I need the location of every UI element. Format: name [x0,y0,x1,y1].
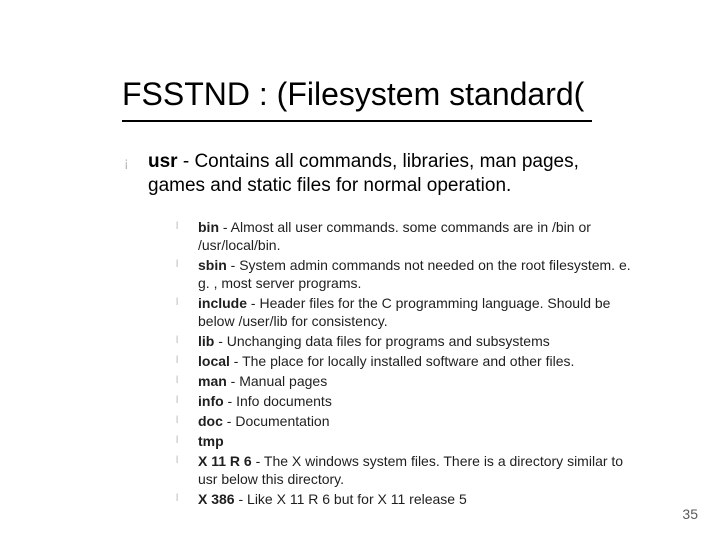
level1-list: ¡ usr - Contains all commands, libraries… [124,150,608,198]
disc-bullet-icon: l [176,294,184,312]
level2-item: lsbin - System admin commands not needed… [176,256,642,292]
level2-text: sbin - System admin commands not needed … [198,256,642,292]
level2-text: include - Header files for the C program… [198,294,642,330]
hollow-circle-bullet-icon: ¡ [124,150,134,174]
disc-bullet-icon: l [176,490,184,508]
level2-text: doc - Documentation [198,412,330,430]
level2-item: ltmp [176,432,642,450]
level2-item: lbin - Almost all user commands. some co… [176,218,642,254]
slide-title: FSSTND : (Filesystem standard( [122,76,584,113]
level2-desc: - The X windows system files. There is a… [198,453,623,487]
disc-bullet-icon: l [176,218,184,236]
disc-bullet-icon: l [176,392,184,410]
disc-bullet-icon: l [176,412,184,430]
level2-key: bin [198,219,219,235]
level2-text: lib - Unchanging data files for programs… [198,332,550,350]
level2-item: ldoc - Documentation [176,412,642,430]
level1-key: usr [148,151,178,172]
level2-key: include [198,295,247,311]
page-number: 35 [682,506,698,522]
level2-key: man [198,373,227,389]
level2-desc: - Info documents [224,393,332,409]
disc-bullet-icon: l [176,352,184,370]
level2-text: man - Manual pages [198,372,327,390]
level2-desc: - Unchanging data files for programs and… [214,333,549,349]
level2-text: X 386 - Like X 11 R 6 but for X 11 relea… [198,490,467,508]
level2-key: X 386 [198,491,235,507]
level2-list: lbin - Almost all user commands. some co… [176,218,642,510]
level2-key: info [198,393,224,409]
level1-item: ¡ usr - Contains all commands, libraries… [124,150,608,198]
disc-bullet-icon: l [176,372,184,390]
level2-key: doc [198,413,223,429]
level2-desc: - Manual pages [227,373,327,389]
disc-bullet-icon: l [176,452,184,470]
level2-item: linfo - Info documents [176,392,642,410]
level2-item: l include - Header files for the C progra… [176,294,642,330]
level2-desc: - Almost all user commands. some command… [198,219,591,253]
level2-item: l X 386 - Like X 11 R 6 but for X 11 rele… [176,490,642,508]
level2-desc: - The place for locally installed softwa… [230,353,574,369]
level2-desc: - Like X 11 R 6 but for X 11 release 5 [235,491,467,507]
level2-desc: - Header files for the C programming lan… [198,295,610,329]
title-underline [122,120,592,122]
disc-bullet-icon: l [176,256,184,274]
level1-desc: - Contains all commands, libraries, man … [148,151,579,196]
disc-bullet-icon: l [176,432,184,450]
level2-key: tmp [198,433,224,449]
level2-desc: - System admin commands not needed on th… [198,257,631,291]
disc-bullet-icon: l [176,332,184,350]
level2-key: local [198,353,230,369]
level2-key: sbin [198,257,227,273]
level2-item: lman - Manual pages [176,372,642,390]
level2-text: X 11 R 6 - The X windows system files. T… [198,452,642,488]
level1-text: usr - Contains all commands, libraries, … [148,150,608,198]
level2-text: bin - Almost all user commands. some com… [198,218,642,254]
level2-key: lib [198,333,214,349]
level2-item: llocal - The place for locally installed… [176,352,642,370]
level2-item: l X 11 R 6 - The X windows system files. … [176,452,642,488]
level2-item: llib - Unchanging data files for program… [176,332,642,350]
level2-key: X 11 R 6 [198,453,252,469]
level2-desc: - Documentation [223,413,330,429]
level2-text: info - Info documents [198,392,332,410]
level2-text: local - The place for locally installed … [198,352,574,370]
level2-text: tmp [198,432,224,450]
